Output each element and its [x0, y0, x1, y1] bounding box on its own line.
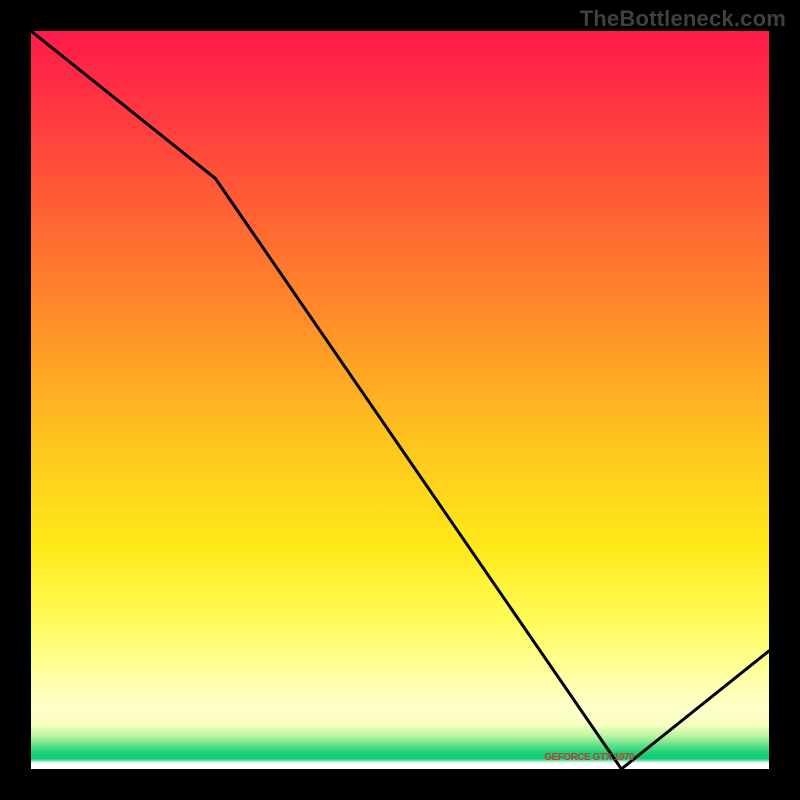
- attribution-text: TheBottleneck.com: [580, 6, 786, 32]
- bottleneck-curve: [31, 31, 769, 769]
- plot-area: GEFORCE GTX 1070: [31, 31, 769, 769]
- gpu-label: GEFORCE GTX 1070: [544, 752, 634, 763]
- curve-path: [31, 31, 769, 769]
- chart-container: TheBottleneck.com GEFORCE GTX 1070: [0, 0, 800, 800]
